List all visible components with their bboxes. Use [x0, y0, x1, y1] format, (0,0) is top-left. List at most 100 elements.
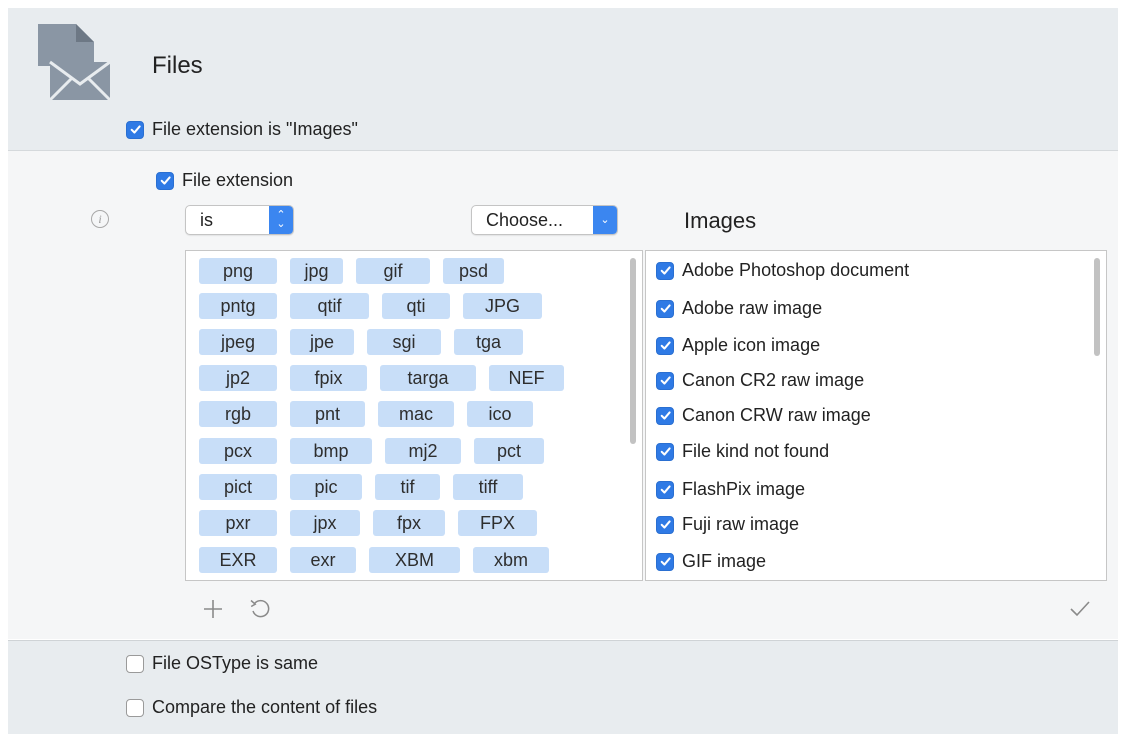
ostype-checkbox-row[interactable]: File OSType is same [126, 653, 318, 674]
extension-tag[interactable]: ico [467, 401, 533, 427]
checkbox-checked-icon[interactable] [656, 480, 674, 499]
tag-row: pcx bmp mj2 pct [199, 438, 557, 464]
extension-tag[interactable]: png [199, 258, 277, 284]
operator-value: is [200, 209, 213, 230]
compare-content-label: Compare the content of files [152, 697, 378, 717]
extension-tag[interactable]: JPG [463, 293, 542, 319]
extension-tag[interactable]: bmp [290, 438, 372, 464]
operator-popup[interactable]: is ⌃ ⌄ [185, 205, 294, 235]
extension-tag[interactable]: pxr [199, 510, 277, 536]
extension-tag[interactable]: pic [290, 474, 362, 500]
tag-row: rgb pnt mac ico [199, 401, 546, 427]
extension-tag[interactable]: mj2 [385, 438, 461, 464]
extension-tag[interactable]: mac [378, 401, 454, 427]
kind-label: Canon CRW raw image [682, 405, 871, 425]
kind-item[interactable]: Canon CRW raw image [656, 405, 871, 426]
plus-icon[interactable] [202, 598, 224, 620]
stepper-chevron-icon: ⌃ ⌄ [269, 206, 293, 234]
extension-tag[interactable]: tga [454, 329, 523, 355]
kind-label: Apple icon image [682, 335, 821, 355]
kind-label: GIF image [682, 551, 767, 571]
kind-item[interactable]: Apple icon image [656, 335, 820, 356]
extension-tag[interactable]: targa [380, 365, 476, 391]
kind-label: Adobe raw image [682, 298, 823, 318]
kind-label: FlashPix image [682, 479, 806, 499]
extension-tag[interactable]: rgb [199, 401, 277, 427]
extension-tag[interactable]: fpx [373, 510, 445, 536]
undo-icon[interactable] [249, 598, 271, 620]
checkbox-checked-icon[interactable] [126, 120, 144, 139]
kind-item[interactable]: FlashPix image [656, 479, 805, 500]
tag-row: png jpg gif psd [199, 258, 517, 284]
extension-tag[interactable]: psd [443, 258, 504, 284]
extension-tag[interactable]: pcx [199, 438, 277, 464]
checkbox-checked-icon[interactable] [656, 299, 674, 318]
file-envelope-icon [38, 24, 112, 102]
choose-value: Choose... [486, 209, 564, 230]
extension-tag[interactable]: exr [290, 547, 356, 573]
compare-content-checkbox-row[interactable]: Compare the content of files [126, 697, 377, 718]
tag-row: pxr jpx fpx FPX [199, 510, 550, 536]
extension-tag[interactable]: qtif [290, 293, 369, 319]
kind-label: File kind not found [682, 441, 830, 461]
info-icon[interactable]: i [91, 210, 109, 228]
extension-tag[interactable]: xbm [473, 547, 549, 573]
kind-item[interactable]: GIF image [656, 551, 766, 572]
file-kind-list[interactable]: Adobe Photoshop document Adobe raw image… [645, 250, 1107, 581]
checkmark-icon[interactable] [1069, 600, 1091, 618]
checkbox-checked-icon[interactable] [656, 336, 674, 355]
extension-tag[interactable]: jp2 [199, 365, 277, 391]
choose-popup[interactable]: Choose... ⌄ [471, 205, 618, 235]
tag-row: EXR exr XBM xbm [199, 547, 562, 573]
extension-tag[interactable]: sgi [367, 329, 441, 355]
rule-label: File extension is "Images" [152, 119, 358, 139]
kind-item[interactable]: File kind not found [656, 441, 829, 462]
checkbox-checked-icon[interactable] [656, 552, 674, 571]
extension-tag[interactable]: NEF [489, 365, 564, 391]
rule-file-extension-images[interactable]: File extension is "Images" [126, 119, 358, 140]
checkbox-unchecked-icon[interactable] [126, 698, 144, 717]
checkbox-checked-icon[interactable] [656, 406, 674, 425]
chevron-down-icon: ⌄ [593, 206, 617, 234]
checkbox-checked-icon[interactable] [656, 261, 674, 280]
kind-list-scrollbar[interactable] [1094, 258, 1100, 356]
extension-tag[interactable]: pct [474, 438, 544, 464]
file-extension-checkbox-row[interactable]: File extension [156, 170, 293, 191]
tag-row: pict pic tif tiff [199, 474, 536, 500]
checkbox-unchecked-icon[interactable] [126, 654, 144, 673]
extension-tag[interactable]: fpix [290, 365, 367, 391]
extension-tag-list[interactable]: png jpg gif psd pntg qtif qti JPG jpeg j… [185, 250, 643, 581]
tag-row: jp2 fpix targa NEF [199, 365, 577, 391]
ostype-label: File OSType is same [152, 653, 319, 673]
extension-tag[interactable]: tiff [453, 474, 523, 500]
kind-label: Canon CR2 raw image [682, 370, 865, 390]
checkbox-checked-icon[interactable] [156, 171, 174, 190]
extension-tag[interactable]: FPX [458, 510, 537, 536]
checkbox-checked-icon[interactable] [656, 515, 674, 534]
extension-tag[interactable]: tif [375, 474, 440, 500]
tag-row: pntg qtif qti JPG [199, 293, 555, 319]
kind-item[interactable]: Canon CR2 raw image [656, 370, 864, 391]
kind-set-title: Images [684, 208, 757, 233]
kind-label: Fuji raw image [682, 514, 800, 534]
kind-item[interactable]: Adobe Photoshop document [656, 260, 909, 281]
checkbox-checked-icon[interactable] [656, 442, 674, 461]
checkbox-checked-icon[interactable] [656, 371, 674, 390]
extension-tag[interactable]: jpg [290, 258, 343, 284]
extension-tag[interactable]: jpe [290, 329, 354, 355]
extension-tag[interactable]: XBM [369, 547, 460, 573]
extension-tag[interactable]: qti [382, 293, 450, 319]
file-extension-label: File extension [182, 170, 294, 190]
extension-tag[interactable]: pntg [199, 293, 277, 319]
extension-tag[interactable]: pnt [290, 401, 365, 427]
extension-tag[interactable]: jpeg [199, 329, 277, 355]
extension-tag[interactable]: jpx [290, 510, 360, 536]
extension-tag[interactable]: pict [199, 474, 277, 500]
kind-item[interactable]: Fuji raw image [656, 514, 799, 535]
extension-tag[interactable]: EXR [199, 547, 277, 573]
extension-list-scrollbar[interactable] [630, 258, 636, 444]
page-title: Files [152, 52, 203, 79]
extension-tag[interactable]: gif [356, 258, 430, 284]
kind-item[interactable]: Adobe raw image [656, 298, 822, 319]
kind-label: Adobe Photoshop document [682, 260, 910, 280]
